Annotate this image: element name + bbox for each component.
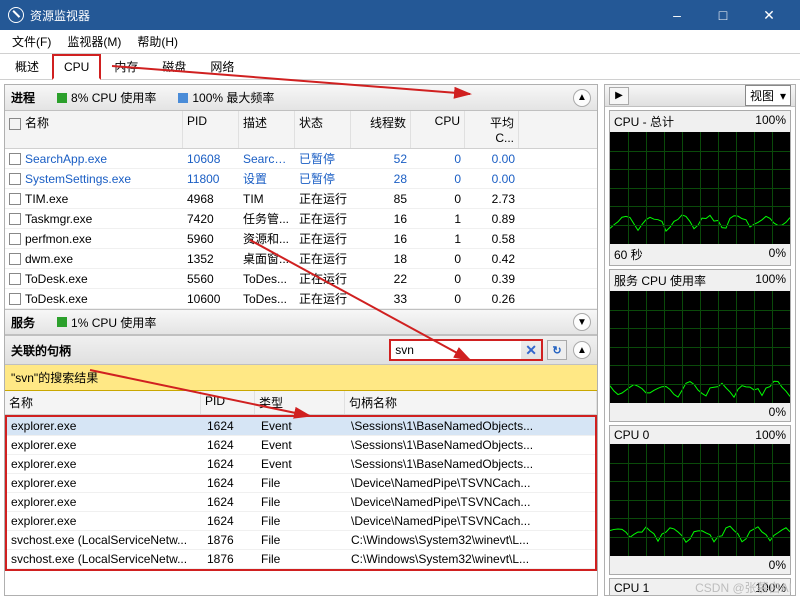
tab-network[interactable]: 网络	[199, 53, 245, 79]
col-desc[interactable]: 描述	[239, 111, 295, 148]
nav-back-button[interactable]: ▶	[609, 87, 629, 105]
processes-columns: 名称 PID 描述 状态 线程数 CPU 平均 C...	[5, 111, 597, 149]
process-row[interactable]: perfmon.exe 5960资源和...正在运行 1610.58	[5, 229, 597, 249]
maximize-button[interactable]: □	[700, 0, 746, 30]
col-avg[interactable]: 平均 C...	[465, 111, 519, 148]
handle-row[interactable]: explorer.exe1624Event\Sessions\1\BaseNam…	[7, 436, 595, 455]
max-freq-text: 100% 最大频率	[192, 89, 274, 106]
menu-monitor[interactable]: 监视器(M)	[59, 31, 129, 52]
view-dropdown[interactable]: 视图 ▾	[745, 85, 791, 106]
col-state[interactable]: 状态	[295, 111, 351, 148]
processes-header[interactable]: 进程 8% CPU 使用率 100% 最大频率 ▲	[5, 85, 597, 111]
max-freq-swatch	[178, 93, 188, 103]
view-label: 视图	[750, 87, 774, 104]
checkbox-icon[interactable]	[9, 293, 21, 305]
hcol-name[interactable]: 名称	[5, 391, 201, 414]
handle-row[interactable]: svchost.exe (LocalServiceNetw...1876File…	[7, 550, 595, 569]
col-name[interactable]: 名称	[25, 116, 49, 130]
tab-memory[interactable]: 内存	[103, 53, 149, 79]
chart-box: CPU - 总计100% 60 秒0%	[609, 110, 791, 266]
handle-row[interactable]: explorer.exe1624File\Device\NamedPipe\TS…	[7, 493, 595, 512]
titlebar: 资源监视器 ‒ □ ✕	[0, 0, 800, 30]
collapse-icon[interactable]: ▲	[573, 89, 591, 107]
process-row[interactable]: TIM.exe 4968TIM正在运行 8502.73	[5, 189, 597, 209]
handles-title: 关联的句柄	[11, 342, 71, 359]
window-title: 资源监视器	[30, 7, 90, 24]
collapse-icon[interactable]: ▲	[573, 341, 591, 359]
menu-help[interactable]: 帮助(H)	[129, 31, 186, 52]
checkbox-icon[interactable]	[9, 253, 21, 265]
process-row[interactable]: SystemSettings.exe 11800设置已暂停 2800.00	[5, 169, 597, 189]
tabbar: 概述 CPU 内存 磁盘 网络	[0, 54, 800, 80]
col-threads[interactable]: 线程数	[351, 111, 411, 148]
cpu-usage-swatch	[57, 93, 67, 103]
tab-disk[interactable]: 磁盘	[151, 53, 197, 79]
handle-row[interactable]: svchost.exe (LocalServiceNetw...1876File…	[7, 531, 595, 550]
svc-cpu-text: 1% CPU 使用率	[71, 314, 156, 331]
tab-overview[interactable]: 概述	[4, 53, 50, 79]
search-input[interactable]	[391, 341, 521, 359]
checkbox-icon[interactable]	[9, 273, 21, 285]
search-result-bar: "svn"的搜索结果	[5, 365, 597, 391]
checkbox-icon[interactable]	[9, 213, 21, 225]
hcol-obj[interactable]: 句柄名称	[345, 391, 597, 414]
watermark: CSDN @张慕白AI	[695, 579, 792, 596]
handles-body: explorer.exe1624Event\Sessions\1\BaseNam…	[5, 415, 597, 571]
search-refresh-button[interactable]: ↻	[547, 340, 567, 360]
tab-cpu[interactable]: CPU	[52, 54, 101, 80]
handle-row[interactable]: explorer.exe1624File\Device\NamedPipe\TS…	[7, 474, 595, 493]
checkbox-icon[interactable]	[9, 233, 21, 245]
menubar: 文件(F) 监视器(M) 帮助(H)	[0, 30, 800, 54]
close-button[interactable]: ✕	[746, 0, 792, 30]
col-pid[interactable]: PID	[183, 111, 239, 148]
services-title: 服务	[11, 314, 35, 331]
checkbox-icon[interactable]	[9, 118, 21, 130]
handle-row[interactable]: explorer.exe1624File\Device\NamedPipe\TS…	[7, 512, 595, 531]
hcol-type[interactable]: 类型	[255, 391, 345, 414]
col-cpu[interactable]: CPU	[411, 111, 465, 148]
processes-body: SearchApp.exe 10608Search...已暂停 5200.00S…	[5, 149, 597, 309]
menu-file[interactable]: 文件(F)	[4, 31, 59, 52]
handle-row[interactable]: explorer.exe1624Event\Sessions\1\BaseNam…	[7, 455, 595, 474]
processes-title: 进程	[11, 89, 35, 106]
collapse-icon[interactable]: ▼	[573, 313, 591, 331]
handle-row[interactable]: explorer.exe1624Event\Sessions\1\BaseNam…	[7, 417, 595, 436]
minimize-button[interactable]: ‒	[654, 0, 700, 30]
process-row[interactable]: Taskmgr.exe 7420任务管...正在运行 1610.89	[5, 209, 597, 229]
chart-box: 服务 CPU 使用率100% 0%	[609, 269, 791, 422]
right-panel: ▶ 视图 ▾ CPU - 总计100% 60 秒0%服务 CPU 使用率100% …	[604, 84, 796, 596]
process-row[interactable]: dwm.exe 1352桌面窗...正在运行 1800.42	[5, 249, 597, 269]
cpu-usage-text: 8% CPU 使用率	[71, 89, 156, 106]
checkbox-icon[interactable]	[9, 173, 21, 185]
process-row[interactable]: SearchApp.exe 10608Search...已暂停 5200.00	[5, 149, 597, 169]
process-row[interactable]: ToDesk.exe 5560ToDes...正在运行 2200.39	[5, 269, 597, 289]
clear-icon[interactable]: ✕	[521, 342, 541, 359]
chart-box: CPU 0100% 0%	[609, 425, 791, 575]
charts-area: CPU - 总计100% 60 秒0%服务 CPU 使用率100% 0%CPU …	[605, 107, 795, 595]
checkbox-icon[interactable]	[9, 193, 21, 205]
process-row[interactable]: ToDesk.exe 10600ToDes...正在运行 3300.26	[5, 289, 597, 309]
services-header[interactable]: 服务 1% CPU 使用率 ▼	[5, 309, 597, 335]
handles-header: 关联的句柄 ✕ ↻ ▲	[5, 335, 597, 365]
chevron-down-icon: ▾	[780, 89, 786, 103]
search-wrap: ✕	[389, 339, 543, 361]
app-icon	[8, 7, 24, 23]
svc-cpu-swatch	[57, 317, 67, 327]
handles-columns: 名称 PID 类型 句柄名称	[5, 391, 597, 415]
checkbox-icon[interactable]	[9, 153, 21, 165]
hcol-pid[interactable]: PID	[201, 391, 255, 414]
